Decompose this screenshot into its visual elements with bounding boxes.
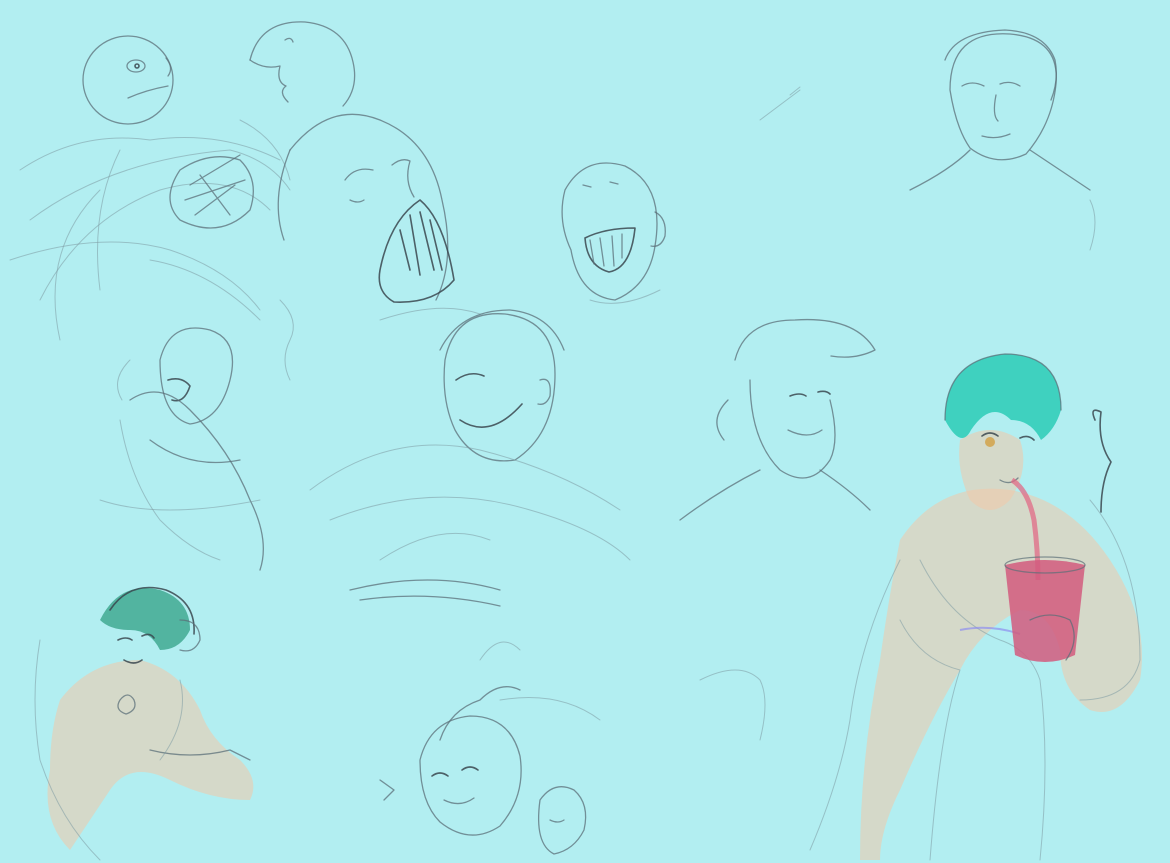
sketch-laughing-head (561, 162, 666, 304)
sketch-grinning-figure (279, 299, 631, 607)
sketch-screaming-head (277, 113, 481, 321)
sketch-canvas (0, 0, 1170, 863)
sketch-hooded-figure (99, 327, 264, 571)
sketch-drawing (9, 21, 1142, 861)
sketch-green-haired-girl (34, 586, 254, 861)
sketch-scribble-mass (9, 119, 291, 341)
sketch-girl-with-drink (809, 353, 1142, 861)
sketch-portrait-top-right (759, 29, 1096, 251)
sketch-pompadour-man (679, 318, 876, 741)
sketch-profile-face (249, 21, 356, 107)
sketch-bottom-faces (379, 641, 601, 855)
sketch-round-face (82, 35, 174, 125)
